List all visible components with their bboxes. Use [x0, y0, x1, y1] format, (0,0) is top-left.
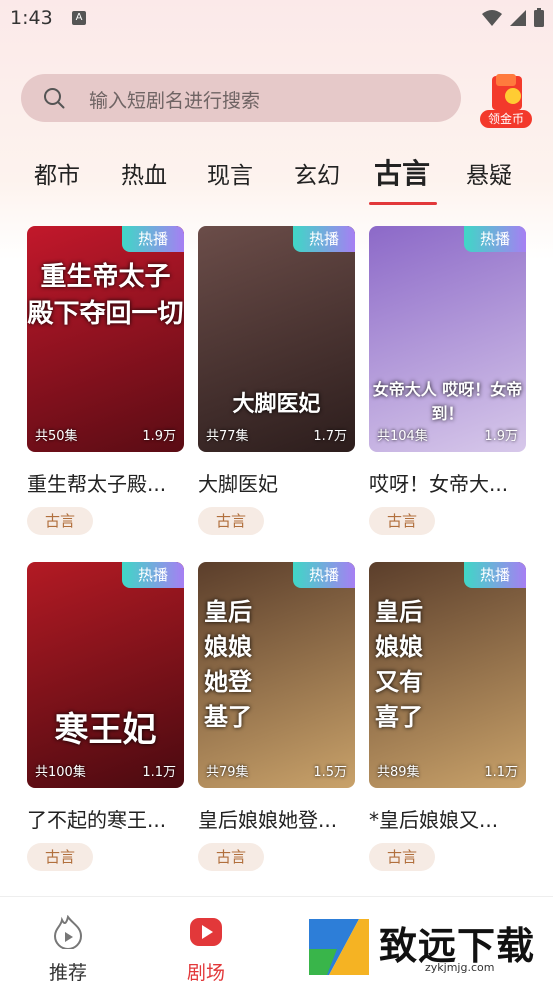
drama-title[interactable]: *皇后娘娘又...: [369, 804, 526, 833]
category-tabs: 都市 热血 现言 玄幻 古言 悬疑: [0, 150, 553, 206]
search-icon: [44, 88, 65, 109]
hot-badge: 热播: [122, 226, 184, 252]
search-bar[interactable]: 输入短剧名进行搜索: [21, 74, 461, 122]
battery-icon: [534, 8, 544, 27]
episode-count: 共104集: [377, 429, 428, 444]
poster-image[interactable]: 皇后娘娘 又有喜了 热播 共89集 1.1万: [369, 562, 526, 788]
poster-image[interactable]: 重生帝太子 殿下夺回一切 热播 共50集 1.9万: [27, 226, 184, 452]
status-icons: [481, 8, 545, 28]
drama-title[interactable]: 皇后娘娘她登...: [198, 804, 355, 833]
watermark-url: zykjmjg.com: [425, 961, 495, 974]
drama-title[interactable]: 哎呀！女帝大...: [369, 468, 526, 497]
genre-tag: 古言: [198, 507, 264, 535]
tab-xianyan[interactable]: 现言: [207, 156, 253, 190]
nav-label: 剧场: [186, 962, 225, 984]
drama-card[interactable]: 女帝大人 哎呀！女帝到！ 热播 共104集 1.9万 哎呀！女帝大... 古言: [369, 226, 526, 535]
genre-tag: 古言: [27, 843, 93, 871]
genre-tag: 古言: [369, 507, 435, 535]
active-tab-indicator: [369, 202, 437, 205]
view-count: 1.7万: [313, 429, 347, 444]
poster-image[interactable]: 女帝大人 哎呀！女帝到！ 热播 共104集 1.9万: [369, 226, 526, 452]
drama-title[interactable]: 重生帮太子殿...: [27, 468, 184, 497]
hot-badge: 热播: [464, 226, 526, 252]
notification-icon: A: [72, 11, 86, 25]
poster-title: 大脚医妃: [232, 391, 321, 417]
genre-tag: 古言: [27, 507, 93, 535]
poster-title: 重生帝太子 殿下夺回一切: [27, 262, 184, 329]
nav-theater[interactable]: 剧场: [166, 915, 246, 985]
episode-count: 共79集: [206, 765, 249, 780]
drama-card[interactable]: 大脚医妃 热播 共77集 1.7万 大脚医妃 古言: [198, 226, 355, 535]
view-count: 1.9万: [484, 429, 518, 444]
play-button-icon: [190, 918, 222, 946]
drama-card[interactable]: 皇后娘娘 又有喜了 热播 共89集 1.1万 *皇后娘娘又... 古言: [369, 562, 526, 871]
poster-image[interactable]: 大脚医妃 热播 共77集 1.7万: [198, 226, 355, 452]
episode-count: 共100集: [35, 765, 86, 780]
tab-guyan[interactable]: 古言: [374, 152, 430, 192]
coin-button[interactable]: 领金币: [480, 72, 532, 128]
poster-image[interactable]: 皇后娘娘 她登基了 热播 共79集 1.5万: [198, 562, 355, 788]
red-envelope-icon: [492, 74, 522, 110]
coin-label: 领金币: [480, 110, 532, 128]
nav-label: 推荐: [48, 962, 87, 984]
drama-title[interactable]: 了不起的寒王...: [27, 804, 184, 833]
poster-title: 寒王妃: [54, 710, 157, 750]
genre-tag: 古言: [198, 843, 264, 871]
view-count: 1.5万: [313, 765, 347, 780]
signal-icon: [510, 10, 526, 26]
tab-xuanyi[interactable]: 悬疑: [466, 156, 512, 190]
episode-count: 共50集: [35, 429, 78, 444]
watermark-logo-icon: [309, 919, 369, 975]
drama-card[interactable]: 寒王妃 热播 共100集 1.1万 了不起的寒王... 古言: [27, 562, 184, 871]
wifi-icon: [482, 10, 502, 26]
hot-badge: 热播: [122, 562, 184, 588]
poster-title: 皇后娘娘 又有喜了: [375, 597, 423, 731]
hot-badge: 热播: [293, 226, 355, 252]
poster-image[interactable]: 寒王妃 热播 共100集 1.1万: [27, 562, 184, 788]
drama-card[interactable]: 重生帝太子 殿下夺回一切 热播 共50集 1.9万 重生帮太子殿... 古言: [27, 226, 184, 535]
drama-title[interactable]: 大脚医妃: [198, 468, 355, 497]
status-time: 1:43: [10, 7, 53, 29]
episode-count: 共77集: [206, 429, 249, 444]
genre-tag: 古言: [369, 843, 435, 871]
watermark: 致远下载 zykjmjg.com: [305, 913, 550, 981]
nav-recommend[interactable]: 推荐: [28, 914, 108, 985]
poster-title: 女帝大人 哎呀！女帝到！: [372, 380, 523, 423]
tab-xuanhuan[interactable]: 玄幻: [294, 156, 340, 190]
drama-card[interactable]: 皇后娘娘 她登基了 热播 共79集 1.5万 皇后娘娘她登... 古言: [198, 562, 355, 871]
search-placeholder: 输入短剧名进行搜索: [89, 90, 261, 112]
poster-title: 皇后娘娘 她登基了: [204, 597, 252, 731]
hot-badge: 热播: [293, 562, 355, 588]
view-count: 1.1万: [484, 765, 518, 780]
view-count: 1.9万: [142, 429, 176, 444]
flame-play-icon: [53, 914, 83, 950]
view-count: 1.1万: [142, 765, 176, 780]
tab-dushi[interactable]: 都市: [34, 156, 80, 190]
tab-rexue[interactable]: 热血: [121, 156, 167, 190]
status-bar: 1:43 A: [0, 0, 553, 40]
hot-badge: 热播: [464, 562, 526, 588]
episode-count: 共89集: [377, 765, 420, 780]
